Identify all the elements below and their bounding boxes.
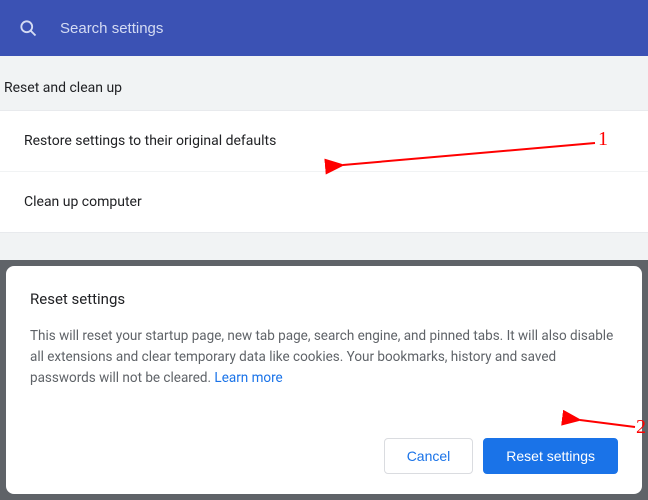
dialog-backdrop: Reset settings This will reset your star… xyxy=(0,260,648,500)
reset-settings-button[interactable]: Reset settings xyxy=(483,438,618,474)
settings-item-cleanup-computer[interactable]: Clean up computer xyxy=(0,172,648,232)
cancel-button[interactable]: Cancel xyxy=(384,438,474,474)
section-title-reset-cleanup: Reset and clean up xyxy=(0,56,648,110)
settings-item-restore-defaults[interactable]: Restore settings to their original defau… xyxy=(0,111,648,172)
search-bar xyxy=(0,0,648,56)
dialog-actions: Cancel Reset settings xyxy=(30,438,618,474)
learn-more-link[interactable]: Learn more xyxy=(214,370,282,386)
dialog-body: This will reset your startup page, new t… xyxy=(30,326,618,420)
dialog-title: Reset settings xyxy=(30,290,618,308)
reset-settings-dialog: Reset settings This will reset your star… xyxy=(6,266,642,494)
settings-list-reset: Restore settings to their original defau… xyxy=(0,110,648,233)
search-input[interactable] xyxy=(60,20,630,37)
search-icon xyxy=(18,18,38,38)
dialog-body-text: This will reset your startup page, new t… xyxy=(30,328,613,386)
